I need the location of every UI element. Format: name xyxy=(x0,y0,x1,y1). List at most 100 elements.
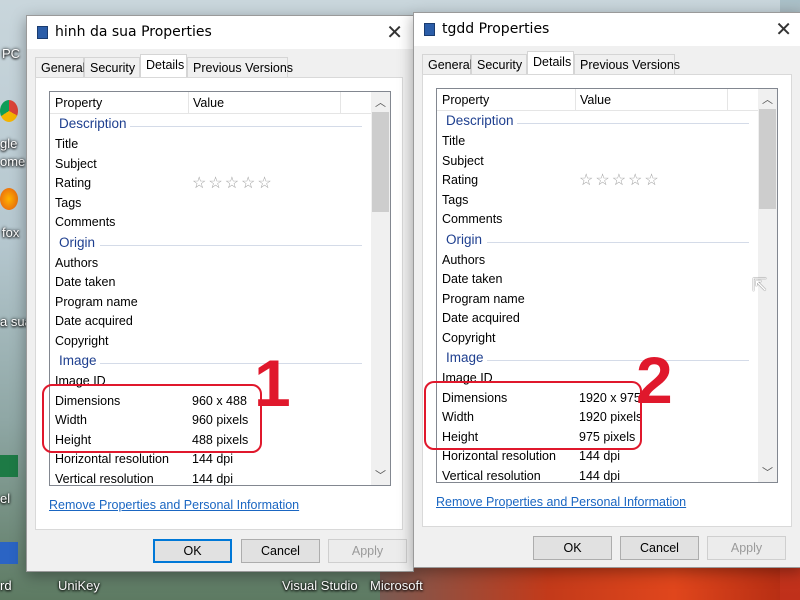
property-vres[interactable]: Vertical resolution xyxy=(55,472,154,486)
properties-dialog: tgdd Properties ✕ General Security Details Pr… xyxy=(413,12,800,568)
tab-bar: General Security Details Previous Versions xyxy=(27,54,413,77)
dialog-title: tgdd Properties xyxy=(442,21,550,37)
property-tags[interactable]: Tags xyxy=(55,196,81,210)
remove-properties-link[interactable]: Remove Properties and Personal Informati… xyxy=(49,498,299,512)
column-header-property[interactable]: Property xyxy=(442,93,489,107)
vertical-scrollbar[interactable]: ︿ ﹀ xyxy=(371,92,390,485)
property-subject[interactable]: Subject xyxy=(442,154,484,168)
column-divider[interactable] xyxy=(575,89,576,111)
rating-stars[interactable]: ☆☆☆☆☆ xyxy=(579,170,661,190)
word-icon[interactable] xyxy=(0,542,18,564)
properties-dialog: hinh da sua Properties ✕ General Security De… xyxy=(26,15,414,572)
scrollbar-thumb[interactable] xyxy=(759,109,776,209)
column-divider[interactable] xyxy=(727,89,728,111)
property-program-name[interactable]: Program name xyxy=(55,295,138,309)
rating-stars[interactable]: ☆☆☆☆☆ xyxy=(192,173,274,193)
annotation-highlight xyxy=(424,381,642,450)
close-icon[interactable]: ✕ xyxy=(386,20,403,44)
property-authors[interactable]: Authors xyxy=(55,256,98,270)
desktop-icon-microsoft[interactable]: Microsoft xyxy=(370,578,423,593)
firefox-icon[interactable] xyxy=(0,188,18,210)
tab-details[interactable]: Details xyxy=(140,54,187,77)
apply-button: Apply xyxy=(707,536,786,560)
scrollbar-thumb[interactable] xyxy=(372,112,389,212)
desktop-icon-chrome-2[interactable]: ome xyxy=(0,154,25,169)
tab-general[interactable]: General xyxy=(422,54,472,74)
mouse-cursor-icon: ⇱ xyxy=(752,275,768,295)
property-program-name[interactable]: Program name xyxy=(442,292,525,306)
property-authors[interactable]: Authors xyxy=(442,253,485,267)
cancel-button[interactable]: Cancel xyxy=(241,539,320,563)
cancel-button[interactable]: Cancel xyxy=(620,536,699,560)
property-hres[interactable]: Horizontal resolution xyxy=(442,449,556,463)
property-date-acquired[interactable]: Date acquired xyxy=(55,314,133,328)
column-divider[interactable] xyxy=(340,92,341,114)
desktop-icon-this-pc[interactable]: PC xyxy=(2,46,20,61)
property-hres[interactable]: Horizontal resolution xyxy=(55,452,169,466)
group-image: Image xyxy=(59,353,97,368)
tab-bar: General Security Details Previous Versions xyxy=(414,51,800,74)
group-divider xyxy=(487,360,749,361)
tab-general[interactable]: General xyxy=(35,57,85,77)
details-panel: Property Value Description Title Subject Rati… xyxy=(422,74,792,527)
tab-details[interactable]: Details xyxy=(527,51,574,74)
group-divider xyxy=(517,123,749,124)
tab-previous-versions[interactable]: Previous Versions xyxy=(574,54,680,74)
property-title[interactable]: Title xyxy=(442,134,465,148)
details-panel: Property Value Description Title Subject Rati… xyxy=(35,77,403,530)
image-file-icon xyxy=(424,23,435,36)
annotation-number: 1 xyxy=(254,346,291,420)
dialog-title: hinh da sua Properties xyxy=(55,24,212,40)
property-date-taken[interactable]: Date taken xyxy=(442,272,502,286)
annotation-highlight xyxy=(42,384,262,453)
remove-properties-link[interactable]: Remove Properties and Personal Informati… xyxy=(436,495,686,509)
column-header-property[interactable]: Property xyxy=(55,96,102,110)
title-bar[interactable]: hinh da sua Properties ✕ xyxy=(27,16,413,49)
desktop-icon-excel[interactable]: el xyxy=(0,491,10,506)
tab-security[interactable]: Security xyxy=(84,57,140,77)
property-comments[interactable]: Comments xyxy=(55,215,115,229)
value-hres: 144 dpi xyxy=(579,449,621,463)
column-header-value[interactable]: Value xyxy=(580,93,611,107)
property-date-acquired[interactable]: Date acquired xyxy=(442,311,520,325)
property-date-taken[interactable]: Date taken xyxy=(55,275,115,289)
value-hres: 144 dpi xyxy=(192,452,234,466)
ok-button[interactable]: OK xyxy=(533,536,612,560)
annotation-number: 2 xyxy=(636,343,673,417)
property-copyright[interactable]: Copyright xyxy=(55,334,109,348)
property-comments[interactable]: Comments xyxy=(442,212,502,226)
group-description: Description xyxy=(59,116,127,131)
scroll-up-icon[interactable]: ︿ xyxy=(762,91,773,107)
scroll-up-icon[interactable]: ︿ xyxy=(375,94,386,110)
scroll-down-icon[interactable]: ﹀ xyxy=(762,464,773,480)
list-header: Property Value xyxy=(50,92,371,114)
group-divider xyxy=(487,241,749,243)
property-rating[interactable]: Rating xyxy=(442,173,478,187)
desktop-icon-unikey[interactable]: UniKey xyxy=(58,578,100,593)
column-header-value[interactable]: Value xyxy=(193,96,224,110)
tab-security[interactable]: Security xyxy=(471,54,527,74)
desktop-icon-word[interactable]: rd xyxy=(0,578,12,593)
excel-icon[interactable] xyxy=(0,455,18,477)
tab-previous-versions[interactable]: Previous Versions xyxy=(187,57,293,77)
scroll-down-icon[interactable]: ﹀ xyxy=(375,467,386,483)
group-image: Image xyxy=(446,350,484,365)
property-title[interactable]: Title xyxy=(55,137,78,151)
list-header: Property Value xyxy=(437,89,758,111)
desktop-icon-visual-studio[interactable]: Visual Studio xyxy=(282,578,358,593)
property-copyright[interactable]: Copyright xyxy=(442,331,496,345)
desktop-icon-chrome-1[interactable]: gle xyxy=(0,136,17,151)
property-vres[interactable]: Vertical resolution xyxy=(442,469,541,483)
property-tags[interactable]: Tags xyxy=(442,193,468,207)
column-divider[interactable] xyxy=(188,92,189,114)
title-bar[interactable]: tgdd Properties ✕ xyxy=(414,13,800,46)
close-icon[interactable]: ✕ xyxy=(775,17,792,41)
property-subject[interactable]: Subject xyxy=(55,157,97,171)
group-origin: Origin xyxy=(59,234,96,250)
desktop-icon-firefox[interactable]: fox xyxy=(2,225,19,240)
image-file-icon xyxy=(37,26,48,39)
apply-button: Apply xyxy=(328,539,407,563)
property-rating[interactable]: Rating xyxy=(55,176,91,190)
ok-button[interactable]: OK xyxy=(153,539,232,563)
chrome-icon[interactable] xyxy=(0,100,18,122)
